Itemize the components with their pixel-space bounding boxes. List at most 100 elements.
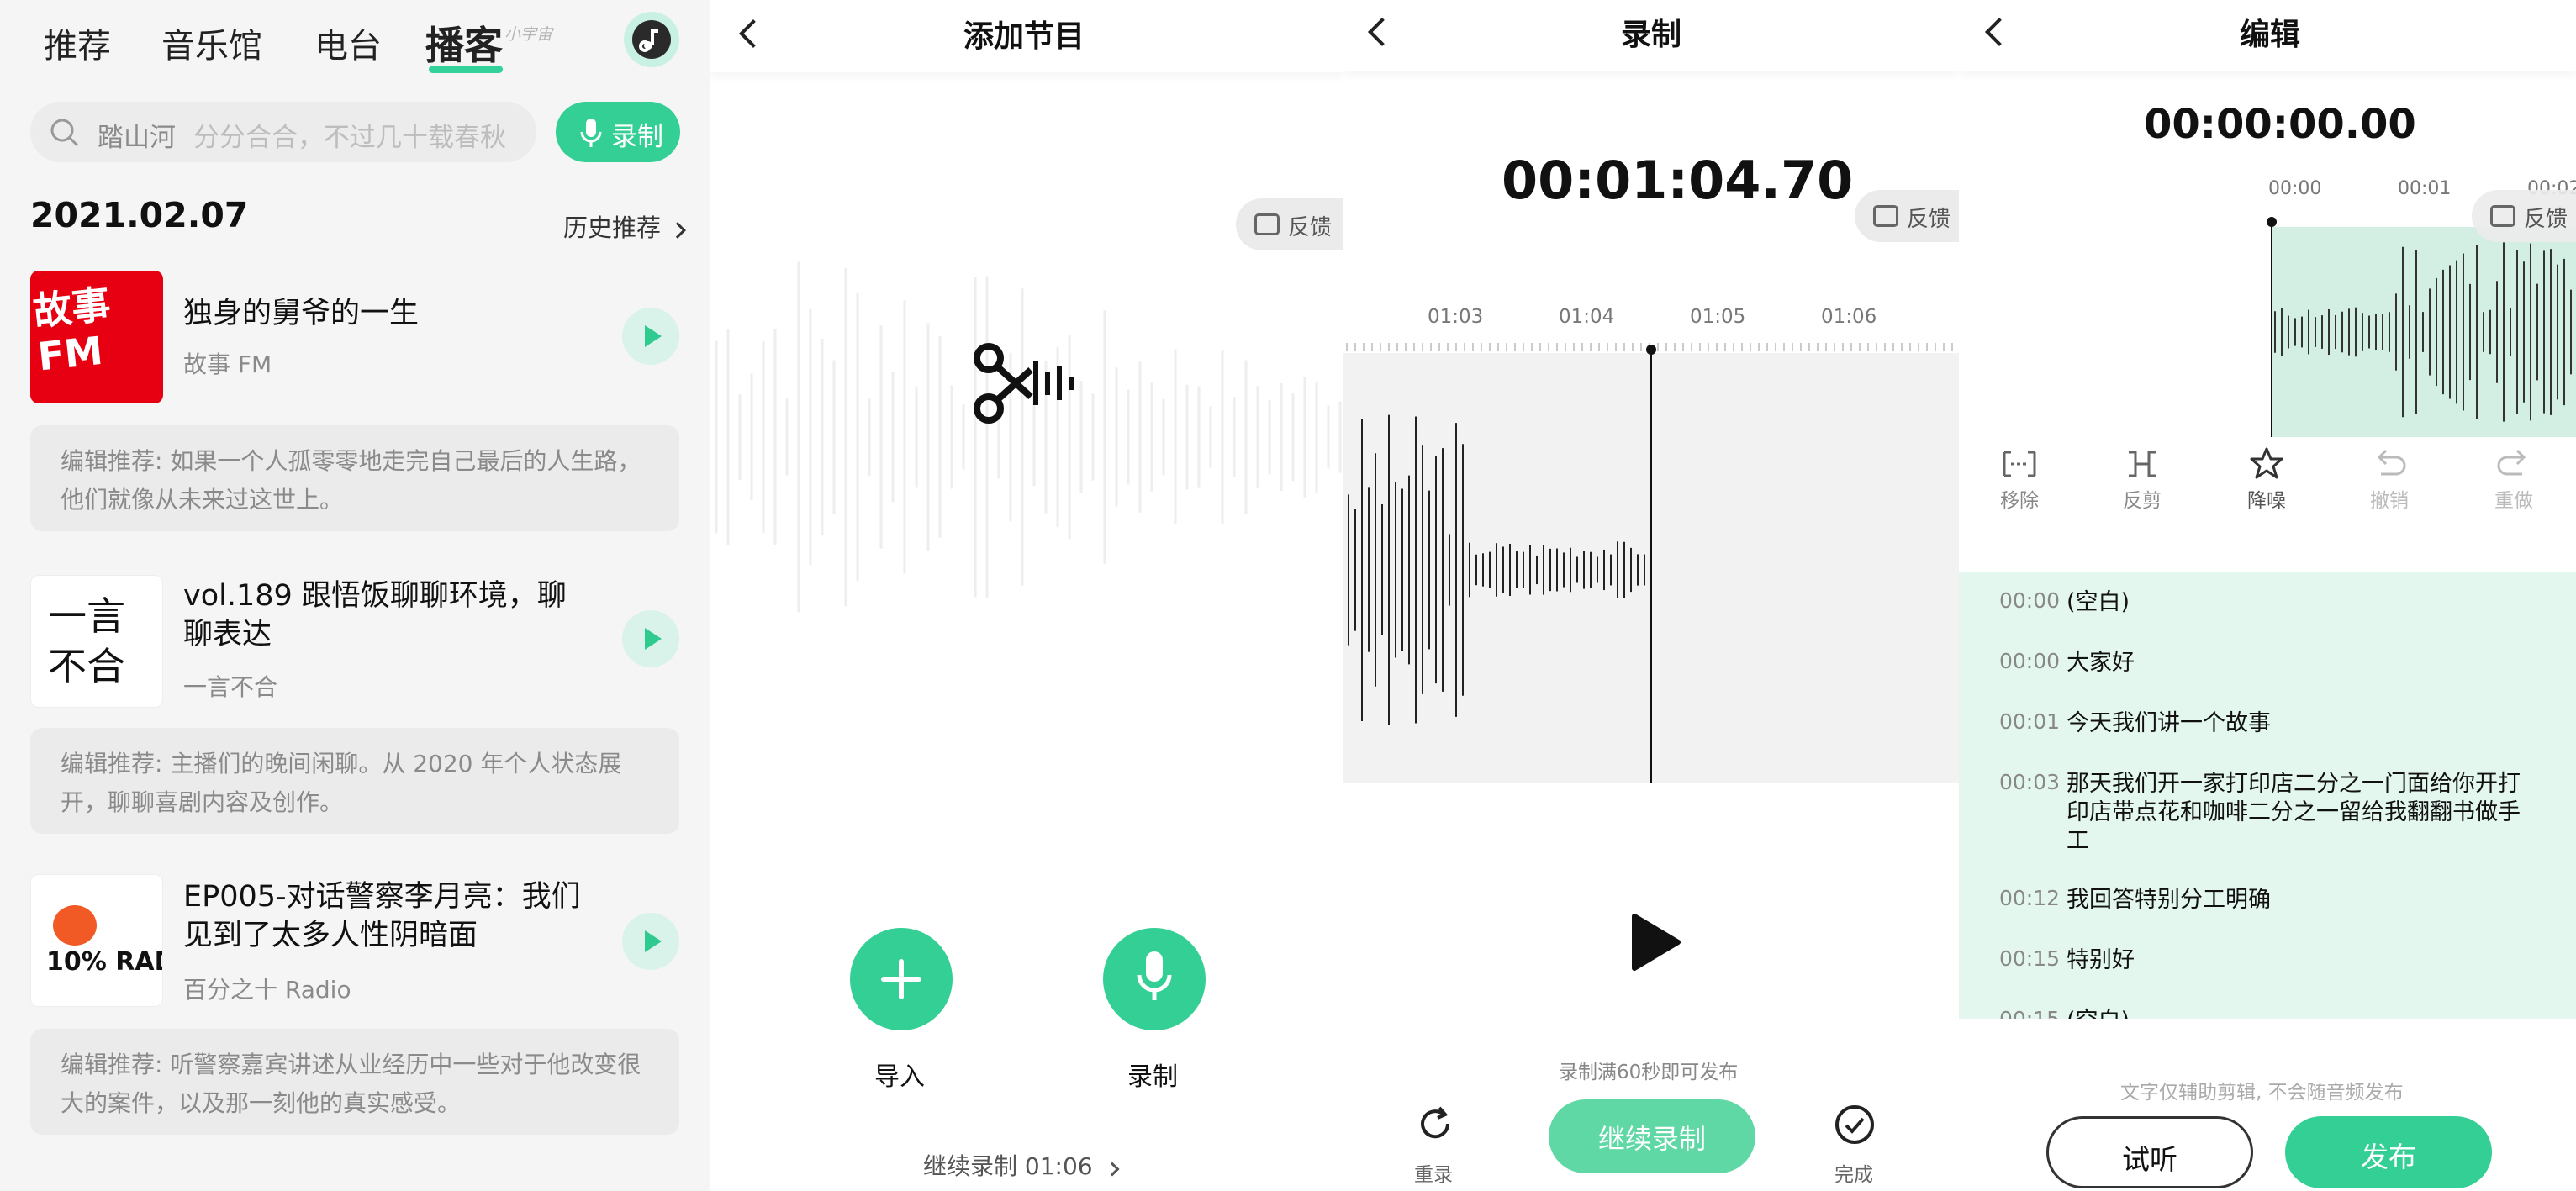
publish-label: 发布 [2361,1141,2416,1173]
recording-panel: 录制 00:01:04.70 反馈 01:03 01:04 01:05 01:0… [1343,0,1959,1191]
music-player-button[interactable] [624,12,679,67]
record-button[interactable]: 录制 [556,102,680,162]
waveform-background [715,261,1342,613]
continue-recording-link[interactable]: 继续录制 01:06 [923,1148,1119,1182]
cover-text: 一言不合 [48,593,125,689]
timeline-tick: 00:01 [2398,178,2452,199]
transcript-text: 我回答特别分工明确 [2067,887,2271,913]
transcript-time: 00:15 [1999,1007,2060,1019]
timeline-tick: 01:03 [1428,306,1484,328]
transcript-time: 00:03 [1999,770,2061,794]
tool-remove[interactable]: 移除 [1977,445,2061,512]
transcript-time: 00:15 [1999,946,2061,971]
page-title: 编辑 [2240,18,2301,52]
rerecord-label: 重录 [1414,1164,1453,1186]
preview-button[interactable]: 试听 [2046,1116,2253,1188]
search-value: 踏山河 [98,123,176,153]
record-button-label: 录制 [611,122,663,152]
transcript-text: (空白) [2067,589,2130,615]
transcript-time: 00:12 [1999,886,2061,910]
feedback-icon [2490,205,2515,227]
denoise-icon [2250,447,2283,479]
done-check-icon[interactable] [1833,1103,1877,1146]
edit-timer: 00:00:00.00 [2144,101,2416,148]
edit-panel: 编辑 00:00:00.00 00:00 00:01 00:02 反馈 移除 反… [1959,0,2576,1191]
add-program-panel: 添加节目 反馈 导入 录制 继续录制 01:06 [710,0,1343,1191]
item-title[interactable]: 独身的舅爷的一生 [183,294,595,333]
play-icon[interactable] [1626,911,1685,973]
record-label: 录制 [1127,1062,1178,1092]
item-title[interactable]: vol.189 跟悟饭聊聊环境，聊聊表达 [183,577,595,654]
cover-yiyan-buhe[interactable]: 一言不合 [30,575,163,708]
cover-gushi-fm[interactable]: 故事FM [30,271,163,403]
timeline-tick: 00:00 [2268,178,2322,199]
microphone-icon [580,119,602,147]
transcript-time: 00:01 [1999,709,2061,734]
play-button[interactable] [622,913,679,970]
tab-music-hall[interactable]: 音乐馆 [161,18,262,67]
history-link-label: 历史推荐 [563,213,662,242]
chevron-right-icon [669,222,687,239]
microphone-icon [1137,951,1172,1000]
edit-waveform [2267,217,2576,437]
undo-icon [2377,449,2406,476]
remove-icon [2003,451,2036,477]
tool-undo[interactable]: 撤销 [2347,445,2431,512]
podcast-home-panel: 推荐 音乐馆 电台 播客 小宇宙 踏山河 分分合合，不过几十载春秋 录制 202… [0,0,710,1191]
recording-timer: 00:01:04.70 [1502,150,1854,211]
record-button[interactable] [1103,928,1206,1030]
transcript-list[interactable]: 00:00 (空白) 00:00 大家好 00:01 今天我们讲一个故事 00:… [1959,572,2576,1019]
tab-radio[interactable]: 电台 [314,18,382,67]
plus-icon [881,959,921,999]
item-source: 故事 FM [183,350,272,378]
timeline-tick: 01:04 [1559,306,1615,328]
transcript-text: 大家好 [2067,650,2135,676]
rerecord-icon[interactable] [1414,1103,1456,1145]
active-tab-indicator [429,66,503,73]
editor-recommend: 编辑推荐: 听警察嘉宾讲述从业经历中一些对于他改变很大的案件，以及那一刻他的真实… [30,1029,679,1135]
item-source: 一言不合 [183,673,278,701]
feedback-icon [1873,205,1898,227]
search-bar[interactable]: 踏山河 分分合合，不过几十载春秋 [30,102,536,162]
timeline-tick: 01:05 [1690,306,1746,328]
import-label: 导入 [874,1062,925,1092]
transcript-text: 特别好 [2067,947,2135,973]
search-icon [50,119,79,147]
history-link[interactable]: 历史推荐 [563,208,687,244]
transcript-time: 00:00 [1999,588,2061,613]
tool-label: 反剪 [2123,490,2162,512]
preview-label: 试听 [2122,1143,2177,1176]
tool-label: 撤销 [2370,490,2409,512]
transcript-time: 00:00 [1999,649,2061,673]
tool-redo[interactable]: 重做 [2472,445,2556,512]
chevron-right-icon [1105,1162,1119,1177]
tool-label: 降噪 [2247,490,2286,512]
continue-recording-button[interactable]: 继续录制 [1549,1099,1755,1173]
recording-waveform [1343,343,1959,783]
tool-reverse-cut[interactable]: 反剪 [2100,445,2184,512]
feedback-label: 反馈 [1907,207,1951,232]
feedback-button[interactable]: 反馈 [1855,190,1959,242]
continue-recording-label: 继续录制 01:06 [923,1152,1093,1180]
feedback-button[interactable]: 反馈 [2472,190,2576,242]
play-button[interactable] [622,610,679,667]
scissors-wave-icon [974,343,1074,424]
tab-recommend[interactable]: 推荐 [44,18,111,67]
record-hint: 录制满60秒即可发布 [1559,1062,1739,1083]
music-note-icon [632,20,671,59]
item-title[interactable]: EP005-对话警察李月亮：我们见到了太多人性阴暗面 [183,877,595,955]
transcript-text: 那天我们开一家打印店二分之一门面给你开打印店带点花和咖啡二分之一留给我翻翻书做手… [2067,771,2521,854]
play-button[interactable] [622,308,679,365]
feedback-label: 反馈 [2524,207,2568,232]
item-source: 百分之十 Radio [183,976,351,1004]
tab-podcast[interactable]: 播客 [425,15,503,71]
page-title: 添加节目 [963,19,1085,54]
cover-10-radio[interactable]: 10% RADIO [30,874,163,1007]
done-label: 完成 [1834,1164,1873,1186]
reverse-cut-icon [2129,451,2156,477]
publish-button[interactable]: 发布 [2285,1116,2492,1188]
speech-bubble-icon [53,905,97,946]
tool-label: 重做 [2494,490,2533,512]
tool-denoise[interactable]: 降噪 [2225,445,2309,512]
import-button[interactable] [850,928,953,1030]
